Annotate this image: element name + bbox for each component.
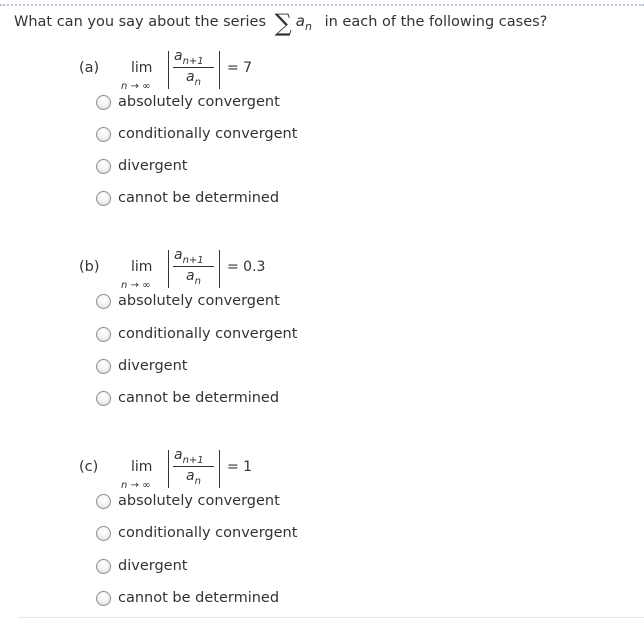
abs-bar-right — [219, 450, 220, 488]
option-a-cannot-be-determined[interactable]: cannot be determined — [96, 187, 279, 209]
fraction-numerator: an+1 — [174, 447, 204, 466]
fraction-denominator: an — [186, 268, 201, 287]
option-c-absolutely-convergent[interactable]: absolutely convergent — [96, 490, 280, 512]
option-c-conditionally-convergent[interactable]: conditionally convergent — [96, 522, 297, 544]
option-c-cannot-be-determined[interactable]: cannot be determined — [96, 587, 279, 609]
top-dotted-border — [0, 4, 644, 6]
option-c-divergent[interactable]: divergent — [96, 555, 187, 577]
series-term: an — [295, 12, 312, 33]
option-a-divergent[interactable]: divergent — [96, 155, 187, 177]
abs-bar-left — [168, 450, 169, 488]
question-prefix: What can you say about the series — [14, 14, 267, 30]
radio-button[interactable] — [96, 158, 111, 174]
radio-button[interactable] — [96, 358, 111, 374]
option-b-divergent[interactable]: divergent — [96, 355, 187, 377]
part-label: (c) — [79, 459, 99, 475]
abs-bar-left — [168, 51, 169, 89]
fraction-denominator: an — [186, 69, 201, 88]
sigma-symbol: ∑ — [274, 9, 292, 37]
radio-button[interactable] — [96, 94, 111, 110]
limit-value: = 1 — [227, 459, 253, 475]
radio-button[interactable] — [96, 493, 111, 509]
radio-button[interactable] — [96, 293, 111, 309]
radio-button[interactable] — [96, 525, 111, 541]
radio-button[interactable] — [96, 326, 111, 342]
option-a-absolutely-convergent[interactable]: absolutely convergent — [96, 91, 280, 113]
question-text: What can you say about the series ∑ an in… — [14, 9, 547, 37]
radio-button[interactable] — [96, 558, 111, 574]
radio-button[interactable] — [96, 126, 111, 142]
fraction-numerator: an+1 — [174, 48, 204, 67]
abs-bar-right — [219, 250, 220, 288]
option-a-conditionally-convergent[interactable]: conditionally convergent — [96, 123, 297, 145]
limit-value: = 0.3 — [227, 259, 266, 275]
part-label: (a) — [79, 60, 100, 76]
lim-text: lim — [131, 60, 153, 76]
radio-button[interactable] — [96, 190, 111, 206]
option-b-conditionally-convergent[interactable]: conditionally convergent — [96, 323, 297, 345]
limit-value: = 7 — [227, 60, 253, 76]
radio-button[interactable] — [96, 590, 111, 606]
question-suffix: in each of the following cases? — [324, 14, 548, 30]
bottom-divider — [18, 617, 644, 618]
fraction-numerator: an+1 — [174, 247, 204, 266]
lim-text: lim — [131, 459, 153, 475]
fraction-bar — [173, 266, 214, 267]
fraction-denominator: an — [186, 468, 201, 487]
fraction-bar — [173, 466, 214, 467]
option-b-absolutely-convergent[interactable]: absolutely convergent — [96, 290, 280, 312]
option-b-cannot-be-determined[interactable]: cannot be determined — [96, 387, 279, 409]
radio-button[interactable] — [96, 390, 111, 406]
abs-bar-right — [219, 51, 220, 89]
abs-bar-left — [168, 250, 169, 288]
fraction-bar — [173, 67, 214, 68]
part-label: (b) — [79, 259, 100, 275]
lim-text: lim — [131, 259, 153, 275]
